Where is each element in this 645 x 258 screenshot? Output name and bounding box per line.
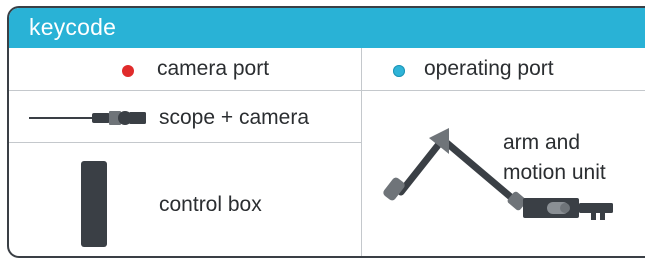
operating-port-label: operating port — [424, 57, 554, 80]
arm-motion-label-line2: motion unit — [503, 161, 606, 184]
keycode-header: keycode — [9, 8, 645, 48]
row-divider-2 — [9, 142, 362, 143]
keycode-panel: keycode camera port operating port scope… — [7, 6, 645, 258]
row-divider-1 — [9, 90, 645, 91]
column-divider — [361, 48, 362, 256]
scope-camera-icon — [29, 111, 146, 125]
scope-camera-label: scope + camera — [159, 106, 309, 129]
control-box-icon — [81, 161, 107, 247]
control-box-label: control box — [159, 193, 262, 216]
camera-port-label: camera port — [157, 57, 270, 80]
cyan-dot-icon — [393, 65, 405, 77]
red-dot-icon — [122, 65, 134, 77]
arm-motion-label-line1: arm and — [503, 131, 581, 154]
keycode-title: keycode — [29, 14, 117, 40]
